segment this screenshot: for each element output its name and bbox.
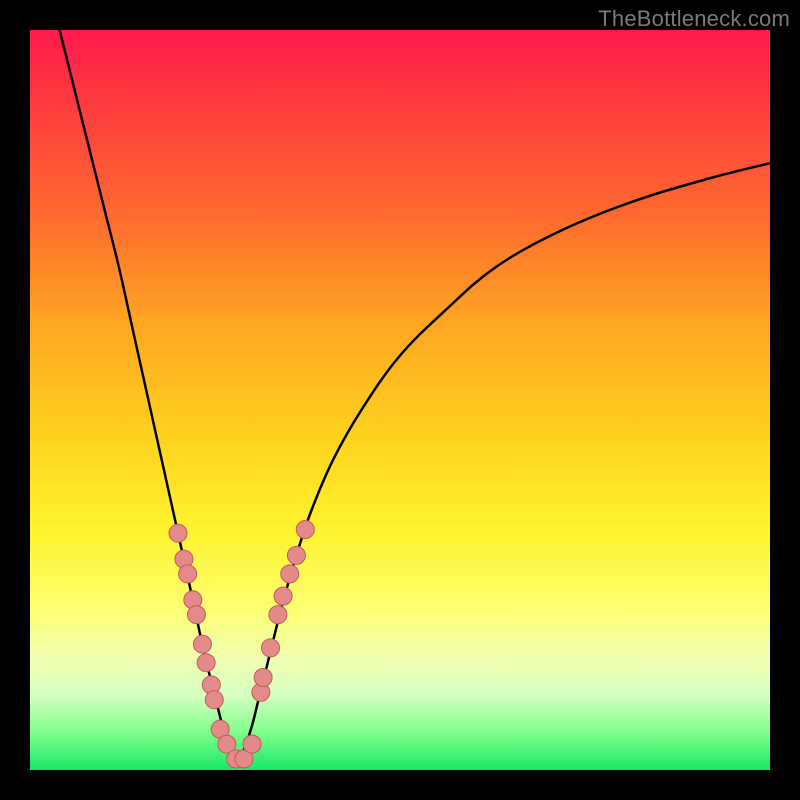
data-marker [205,691,223,709]
markers-group [169,521,314,768]
curve-left [60,30,238,763]
curve-right [237,163,770,762]
data-marker [287,546,305,564]
data-marker [296,521,314,539]
chart-frame: TheBottleneck.com [0,0,800,800]
data-marker [193,635,211,653]
data-marker [281,565,299,583]
data-marker [262,639,280,657]
data-marker [188,606,206,624]
data-marker [254,669,272,687]
watermark-text: TheBottleneck.com [598,6,790,32]
data-marker [243,735,261,753]
data-marker [197,654,215,672]
data-marker [179,565,197,583]
data-marker [269,606,287,624]
data-marker [169,524,187,542]
chart-svg [30,30,770,770]
plot-area [30,30,770,770]
data-marker [274,587,292,605]
